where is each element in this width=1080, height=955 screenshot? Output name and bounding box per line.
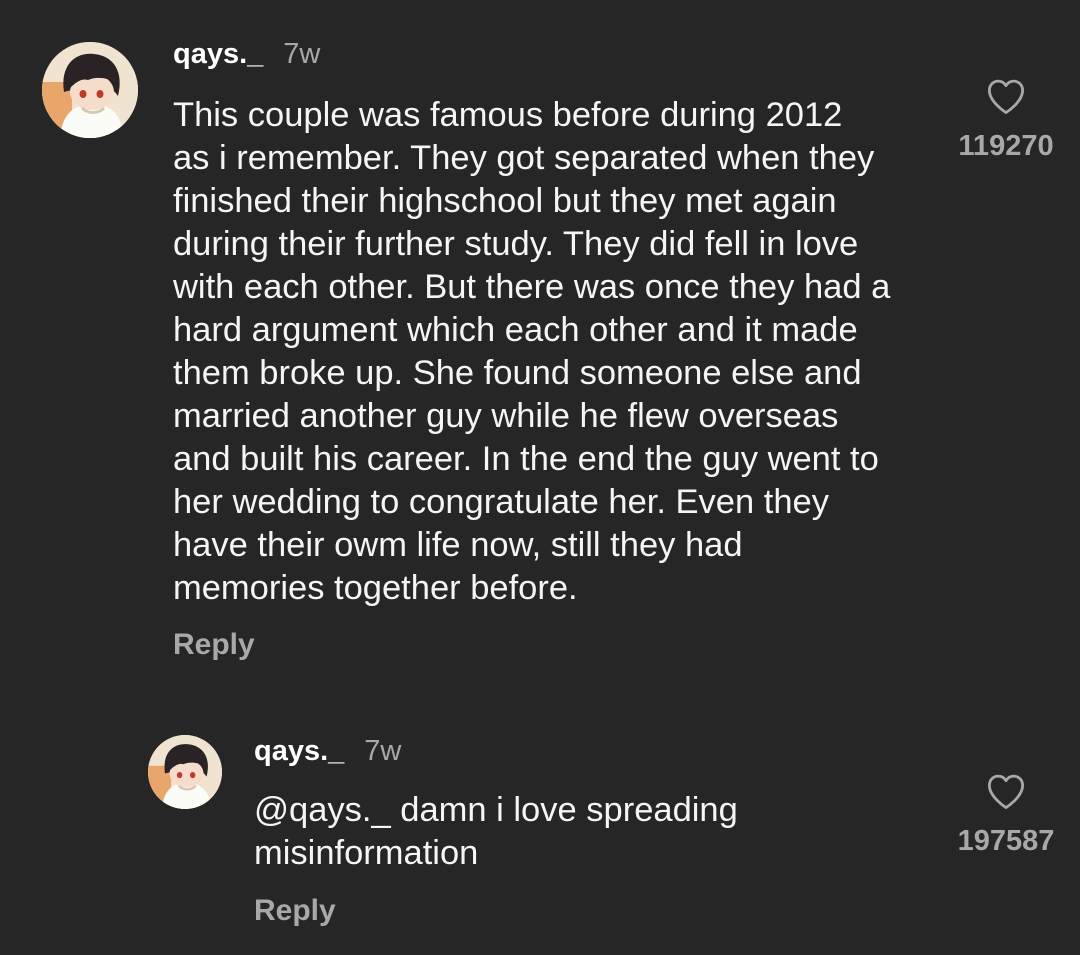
like-count: 197587 [957,825,1055,857]
avatar[interactable] [42,42,138,138]
timestamp: 7w [364,735,402,767]
comment-line: memories together before. [173,569,578,607]
comment-line: hard argument which each other and it ma… [173,311,858,349]
comment-text: This couple was famous before during 201… [173,94,890,610]
username[interactable]: qays._ [254,735,344,768]
comment-line: her wedding to congratulate her. Even th… [173,483,829,521]
avatar[interactable] [148,735,222,809]
username[interactable]: qays._ [173,38,263,71]
comment-text: @qays._ damn i love spreading misinforma… [254,789,738,875]
comment-line: during their further study. They did fel… [173,225,859,263]
comment-line: finished their highschool but they met a… [173,182,837,220]
like-count: 119270 [958,130,1054,162]
heart-outline-icon[interactable] [985,76,1027,116]
avatar-image [148,735,222,809]
like-control: 197587 [940,771,1072,858]
reply-button[interactable]: Reply [254,894,336,928]
comment-line: with each other. But there was once they… [173,268,891,306]
comment-line: them broke up. She found someone else an… [173,354,862,392]
timestamp: 7w [283,38,321,70]
comment-meta: qays._ 7w [254,735,401,768]
comment-line: misinformation [254,834,479,872]
comment-line: @qays._ damn i love spreading [254,791,738,829]
comment-line: and built his career. In the end the guy… [173,440,879,478]
comment-meta: qays._ 7w [173,38,320,71]
avatar-image [42,42,138,138]
comments-thread: qays._ 7w This couple was famous before … [0,0,1080,955]
heart-outline-icon[interactable] [985,771,1027,811]
comment-line: as i remember. They got separated when t… [173,139,875,177]
comment-line: have their owm life now, still they had [173,526,743,564]
comment-line: This couple was famous before during 201… [173,96,843,134]
like-control: 119270 [940,76,1072,163]
reply-button[interactable]: Reply [173,628,255,662]
comment-line: married another guy while he flew overse… [173,397,839,435]
